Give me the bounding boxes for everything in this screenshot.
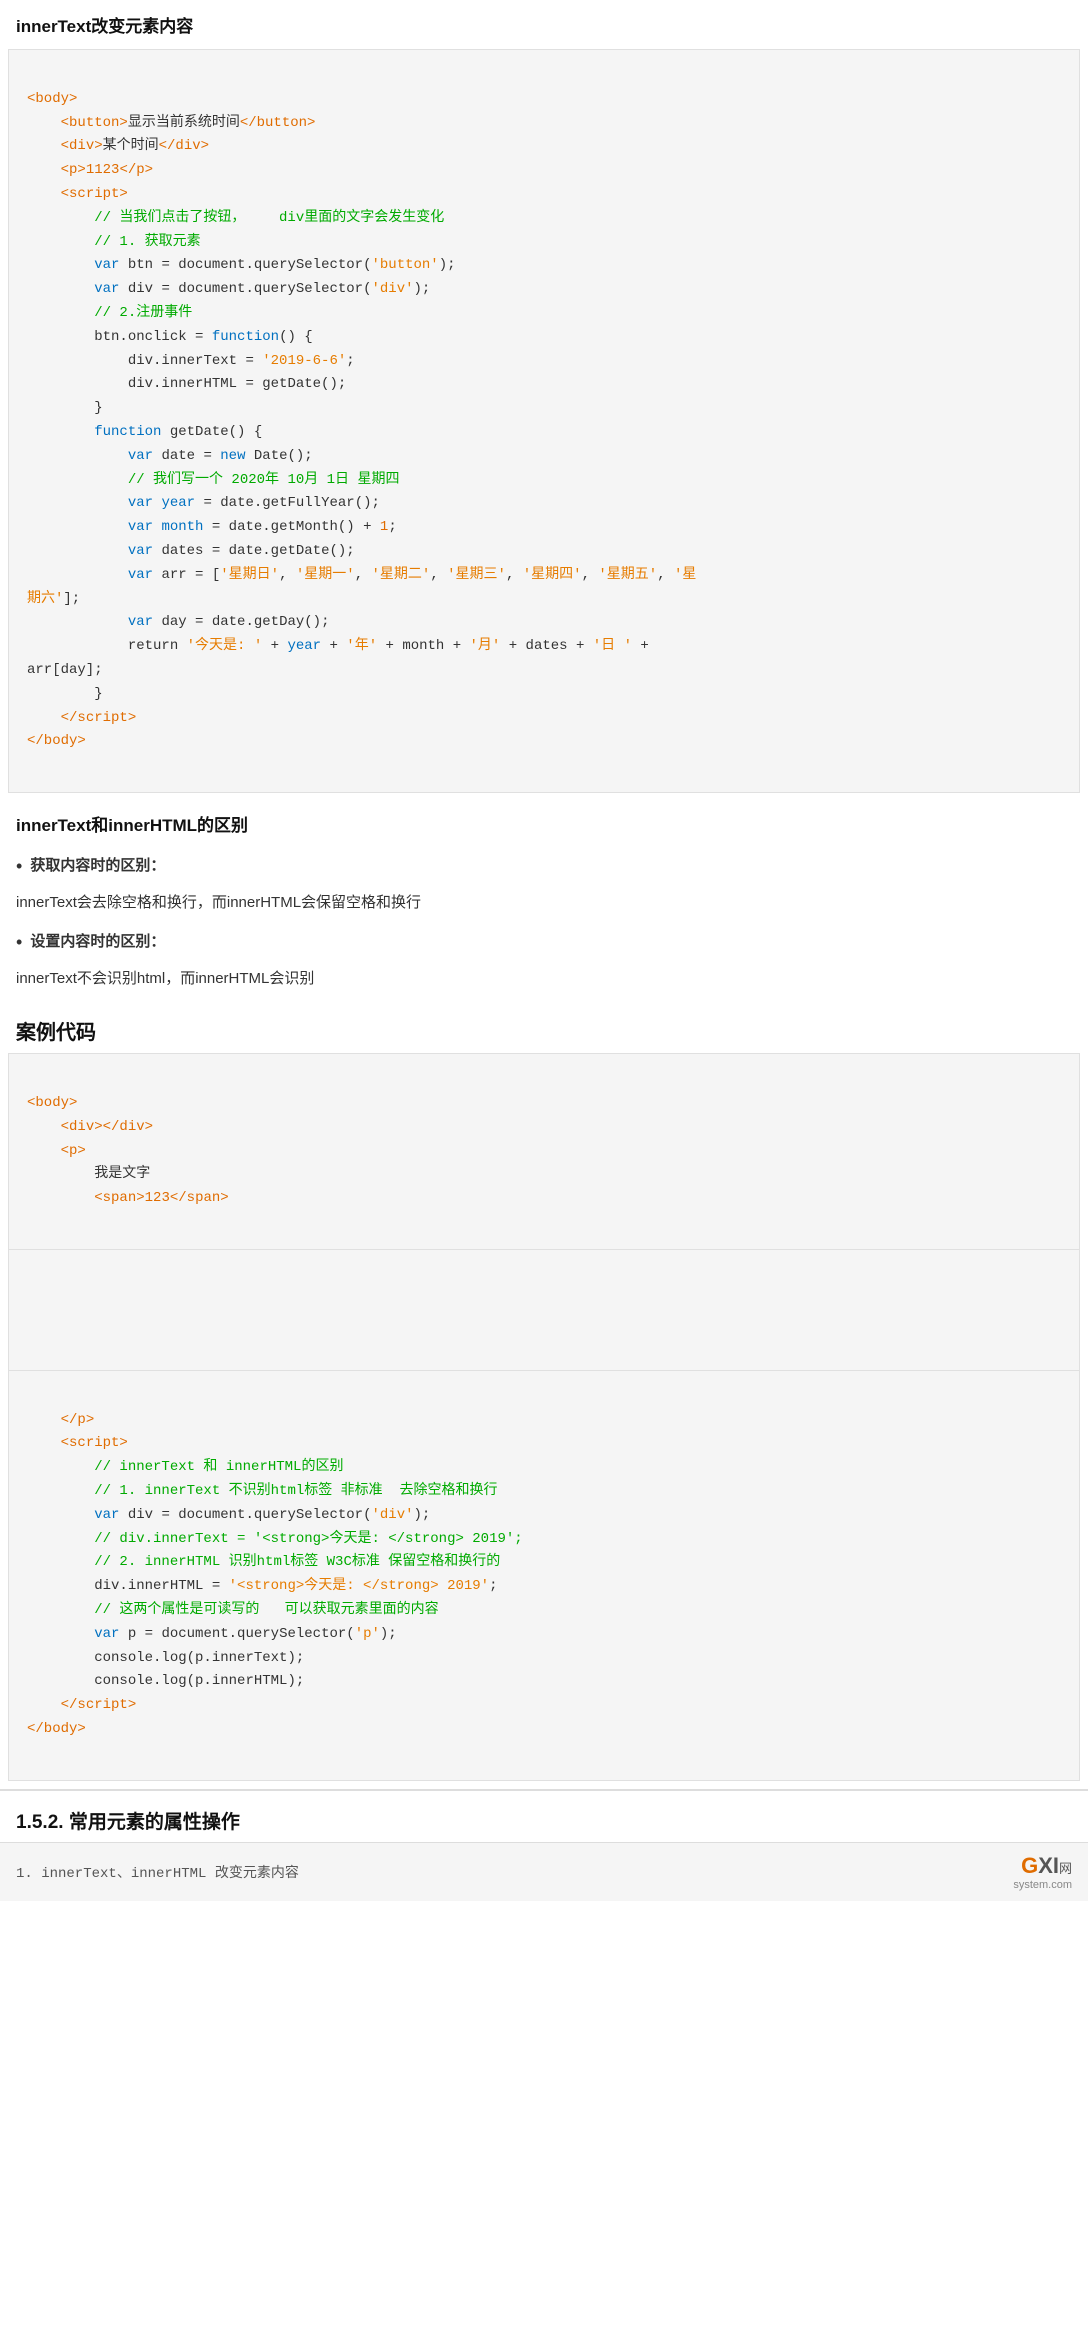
code-line-onclick: btn.onclick = function() {	[27, 329, 313, 345]
code-line-script-close: </script>	[27, 710, 136, 726]
code2-var-p: var p = document.querySelector('p');	[27, 1626, 397, 1642]
bullet-item-1: • 获取内容时的区别：	[0, 848, 1088, 885]
code-line-month: var month = date.getMonth() + 1;	[27, 519, 397, 535]
blank-space	[8, 1250, 1080, 1370]
code-block-2-top: <body> <div></div> <p> 我是文字 <span>123</s…	[0, 1053, 1088, 1250]
code2-innerhtml: div.innerHTML = '<strong>今天是: </strong> …	[27, 1578, 497, 1594]
code-line-body-close: </body>	[27, 733, 86, 749]
code-line-arr: var arr = ['星期日', '星期一', '星期二', '星期三', '…	[27, 567, 696, 607]
code-line-p: <p>1123</p>	[27, 162, 153, 178]
code2-comment4: // 2. innerHTML 识别html标签 W3C标准 保留空格和换行的	[27, 1554, 500, 1570]
section-title-1: innerText改变元素内容	[0, 0, 1088, 49]
code2-line-text: 我是文字	[27, 1166, 150, 1182]
code2-console1: console.log(p.innerText);	[27, 1650, 304, 1666]
code-line-button: <button>显示当前系统时间</button>	[27, 115, 315, 131]
code2-p-close: </p>	[27, 1412, 94, 1428]
code-line-div: <div>某个时间</div>	[27, 138, 209, 154]
code-line-day: var day = date.getDay();	[27, 614, 329, 630]
section-heading-3: 案例代码	[0, 1000, 1088, 1053]
code2-line-div: <div></div>	[27, 1119, 153, 1135]
code-line-getdate-func: function getDate() {	[27, 424, 262, 440]
code-line-btn: var btn = document.querySelector('button…	[27, 257, 456, 273]
code2-script-close: </script>	[27, 1697, 136, 1713]
code2-comment1: // innerText 和 innerHTML的区别	[27, 1459, 343, 1475]
tag-body2-open: <body>	[27, 1095, 77, 1111]
code-line-date: var date = new Date();	[27, 448, 313, 464]
code-line-dates: var dates = date.getDate();	[27, 543, 355, 559]
code-line-innerhtml: div.innerHTML = getDate();	[27, 376, 346, 392]
logo-domain: system.com	[1013, 1879, 1072, 1891]
section-title-2: innerText和innerHTML的区别	[0, 793, 1088, 848]
bottom-bar: 1. innerText、innerHTML 改变元素内容 GXI网 syste…	[0, 1842, 1088, 1901]
code-line-innertext: div.innerText = '2019-6-6';	[27, 353, 355, 369]
section-sub-heading: 1.5.2. 常用元素的属性操作	[0, 1789, 1088, 1842]
code-line-comment1: // 当我们点击了按钮， div里面的文字会发生变化	[27, 210, 444, 226]
code-block-2-bottom: </p> <script> // innerText 和 innerHTML的区…	[0, 1370, 1088, 1781]
code2-line-span: <span>123</span>	[27, 1190, 229, 1206]
code-line-div2: var div = document.querySelector('div');	[27, 281, 430, 297]
logo-net: 网	[1059, 1861, 1072, 1876]
code2-body-close: </body>	[27, 1721, 86, 1737]
text-1: innerText会去除空格和换行，而innerHTML会保留空格和换行	[0, 885, 1088, 924]
logo-g: G	[1021, 1853, 1038, 1878]
text-2: innerText不会识别html，而innerHTML会识别	[0, 961, 1088, 1000]
code-line-comment4: // 我们写一个 2020年 10月 1日 星期四	[27, 472, 399, 488]
code2-line-div2: var div = document.querySelector('div');	[27, 1507, 430, 1523]
code2-comment2: // 1. innerText 不识别html标签 非标准 去除空格和换行	[27, 1483, 497, 1499]
code-block-1: <body> <button>显示当前系统时间</button> <div>某个…	[0, 49, 1088, 793]
code-line-brace2: }	[27, 686, 103, 702]
code2-comment3: // div.innerText = '<strong>今天是: </stron…	[27, 1531, 523, 1547]
code-line-year: var year = date.getFullYear();	[27, 495, 380, 511]
bullet-item-2: • 设置内容时的区别：	[0, 924, 1088, 961]
code2-comment5: // 这两个属性是可读写的 可以获取元素里面的内容	[27, 1602, 439, 1618]
code-line-brace1: }	[27, 400, 103, 416]
code-line-comment2: // 1. 获取元素	[27, 234, 201, 250]
logo-xi: XI	[1038, 1853, 1059, 1878]
tag-body-open: <body>	[27, 91, 77, 107]
code-line-return: return '今天是: ' + year + '年' + month + '月…	[27, 638, 649, 678]
logo-area: GXI网 system.com	[1013, 1853, 1072, 1891]
code-line-script-open: <script>	[27, 186, 128, 202]
code-line-comment3: // 2.注册事件	[27, 305, 192, 321]
bottom-bar-text: 1. innerText、innerHTML 改变元素内容	[16, 1862, 299, 1882]
code2-line-p-open: <p>	[27, 1143, 86, 1159]
code2-console2: console.log(p.innerHTML);	[27, 1673, 304, 1689]
code2-script-open: <script>	[27, 1435, 128, 1451]
